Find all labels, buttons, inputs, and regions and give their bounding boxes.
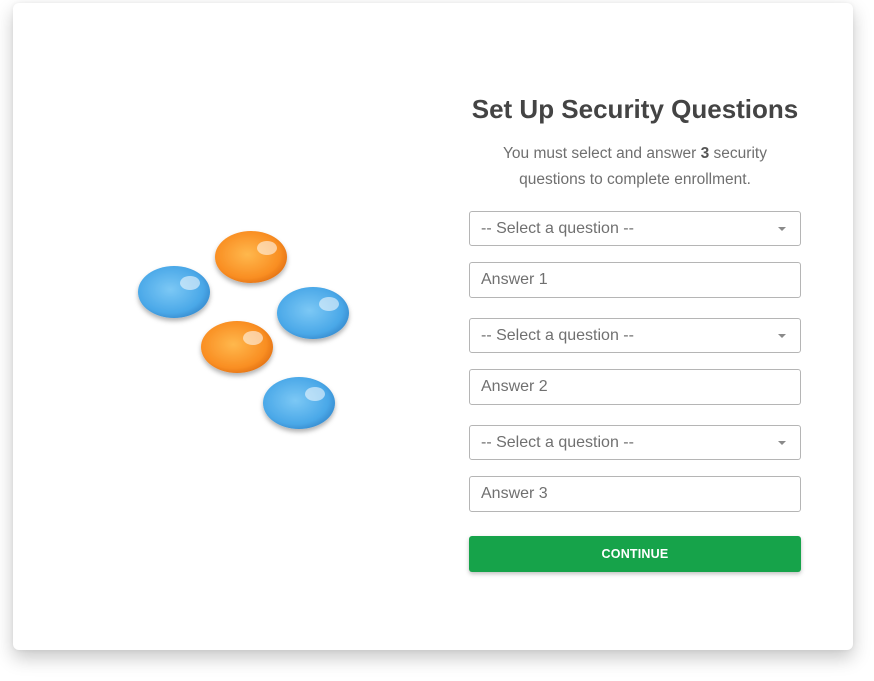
colored-droplets-logo <box>138 231 349 429</box>
blue-droplet-left <box>138 266 210 318</box>
caret-down-icon <box>778 334 786 338</box>
question-group-3: -- Select a question -- <box>469 425 801 512</box>
question-2-select[interactable]: -- Select a question -- <box>469 318 801 353</box>
orange-droplet-top <box>215 231 287 283</box>
blue-droplet-bottom <box>263 377 335 429</box>
security-questions-form: Set Up Security Questions You must selec… <box>469 91 801 572</box>
question-group-1: -- Select a question -- <box>469 211 801 298</box>
page-title: Set Up Security Questions <box>471 94 799 124</box>
enrollment-card: Set Up Security Questions You must selec… <box>13 3 853 650</box>
required-count: 3 <box>700 145 710 162</box>
caret-down-icon <box>778 441 786 445</box>
answer-3-input[interactable] <box>469 476 801 512</box>
question-1-select[interactable]: -- Select a question -- <box>469 211 801 246</box>
question-group-2: -- Select a question -- <box>469 318 801 405</box>
instructions-text: You must select and answer 3 security qu… <box>503 145 767 188</box>
blue-droplet-right <box>277 287 349 339</box>
orange-droplet-middle <box>201 321 273 373</box>
continue-button[interactable]: CONTINUE <box>469 536 801 572</box>
question-3-select[interactable]: -- Select a question -- <box>469 425 801 460</box>
answer-2-input[interactable] <box>469 369 801 405</box>
answer-1-input[interactable] <box>469 262 801 298</box>
caret-down-icon <box>778 227 786 231</box>
